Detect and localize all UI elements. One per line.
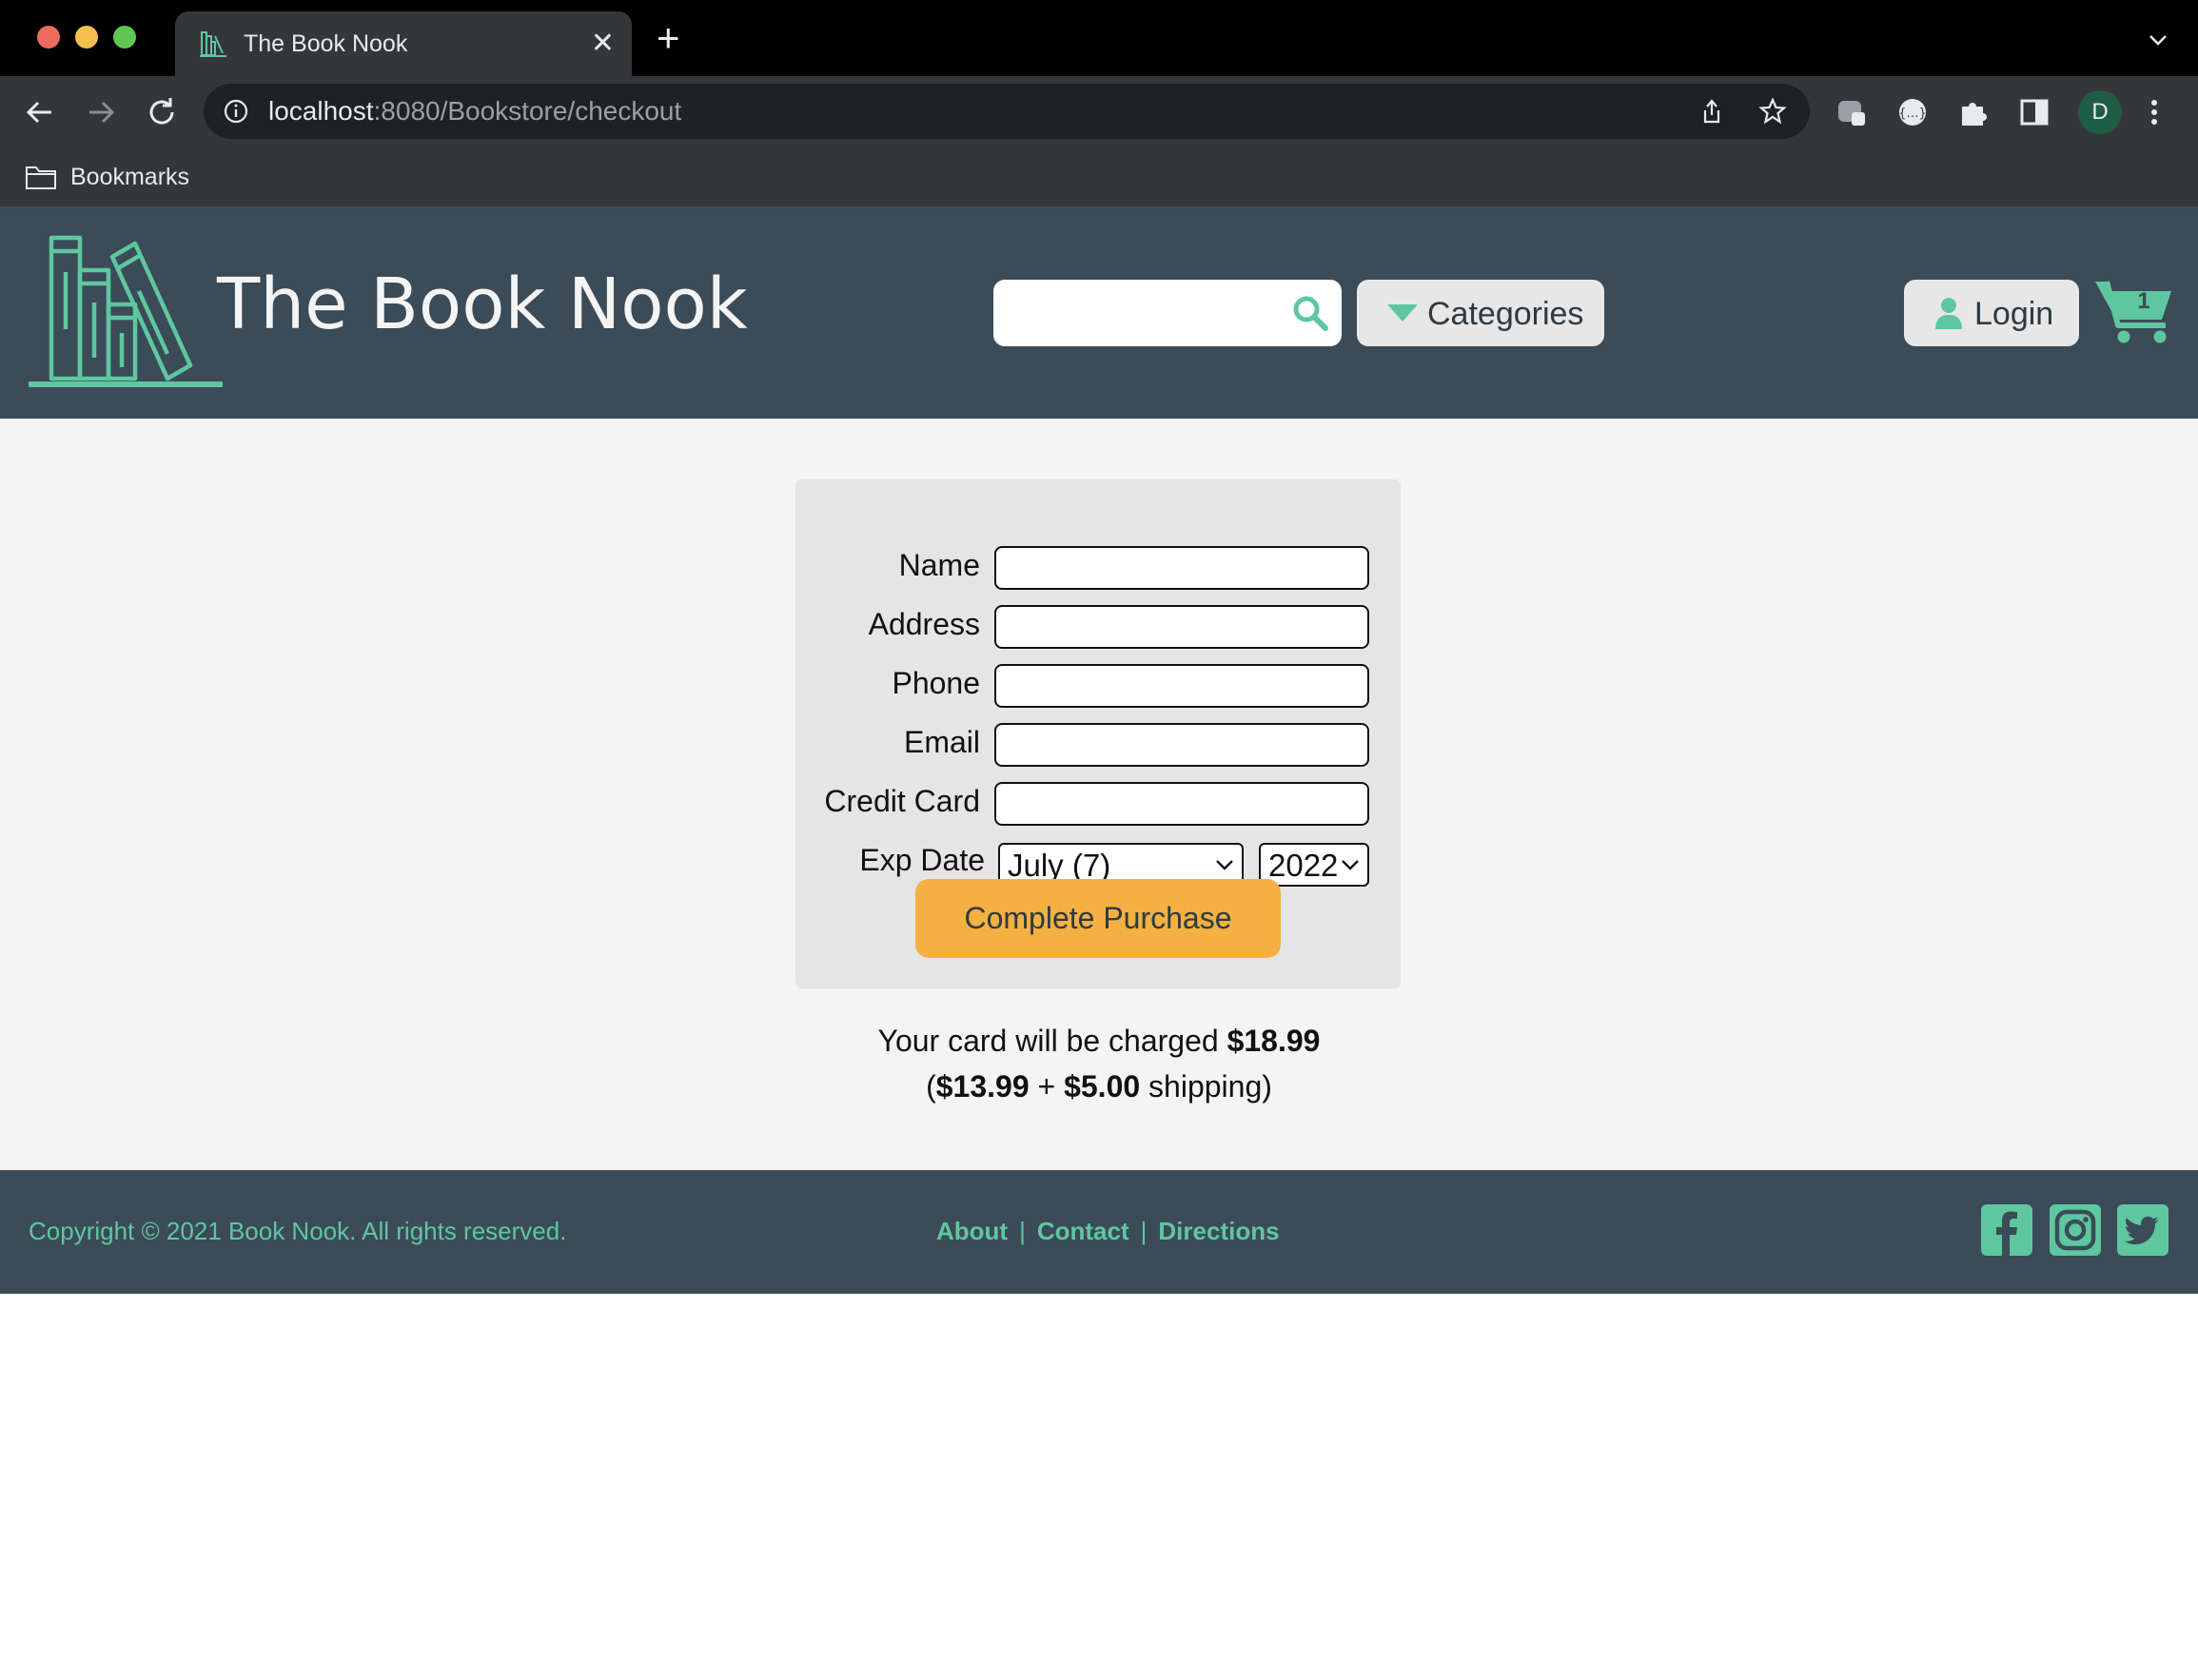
charge-open-paren: ( (926, 1069, 936, 1104)
books-favicon-icon (200, 31, 226, 57)
extension-two-icon[interactable]: {…} (1894, 93, 1932, 131)
browser-window: The Book Nook ✕ + localhost:8080/Booksto… (0, 0, 2198, 1680)
url-text: localhost:8080/Bookstore/checkout (268, 96, 681, 127)
login-label: Login (1974, 296, 2054, 332)
caret-down-icon (1387, 304, 1418, 322)
search-icon[interactable] (1292, 295, 1328, 331)
phone-label: Phone (892, 666, 980, 700)
email-label: Email (903, 725, 980, 759)
charge-subtotal: $13.99 (935, 1069, 1030, 1104)
chevron-down-icon (1216, 860, 1233, 870)
reload-icon[interactable] (143, 93, 181, 131)
footer-separator: | (1140, 1217, 1148, 1245)
footer-separator: | (1019, 1217, 1026, 1245)
charge-line-total: Your card will be charged $18.99 (0, 1018, 2198, 1064)
phone-field[interactable] (994, 664, 1369, 708)
categories-button[interactable]: Categories (1357, 280, 1604, 346)
url-host: localhost (268, 96, 374, 126)
browser-toolbar: localhost:8080/Bookstore/checkout {…} D (0, 76, 2198, 148)
chevron-down-icon (1342, 860, 1359, 870)
svg-text:{…}: {…} (1898, 107, 1927, 121)
name-field[interactable] (994, 546, 1369, 590)
folder-icon[interactable] (25, 164, 57, 190)
complete-purchase-label: Complete Purchase (964, 901, 1232, 935)
page-blank-area (0, 1294, 2198, 1680)
exp-year-select[interactable]: 2022 (1259, 843, 1369, 887)
brand-title[interactable]: The Book Nook (217, 257, 748, 352)
credit-card-label: Credit Card (824, 784, 980, 818)
categories-label: Categories (1427, 296, 1584, 332)
minimize-window-button[interactable] (75, 26, 98, 49)
search-box (993, 280, 1342, 346)
bookmarks-bar: Bookmarks (0, 148, 2198, 207)
login-button[interactable]: Login (1904, 280, 2079, 346)
bookmark-star-icon[interactable] (1758, 97, 1787, 126)
charge-line-breakdown: ($13.99 + $5.00 shipping) (0, 1064, 2198, 1109)
zoom-window-button[interactable] (113, 26, 136, 49)
new-tab-icon[interactable]: + (657, 18, 680, 58)
close-window-button[interactable] (37, 26, 60, 49)
charge-plus: + (1037, 1069, 1056, 1104)
credit-card-field[interactable] (994, 782, 1369, 826)
charge-shipping-cost: $5.00 (1064, 1069, 1141, 1104)
exp-date-label: Exp Date (859, 843, 985, 877)
site-footer: Copyright © 2021 Book Nook. All rights r… (0, 1170, 2198, 1294)
site-info-icon[interactable] (223, 98, 249, 125)
tab-bar: The Book Nook ✕ + (0, 0, 2198, 76)
charge-summary: Your card will be charged $18.99 ($13.99… (0, 1018, 2198, 1109)
charge-total: $18.99 (1227, 1024, 1321, 1058)
exp-year-value: 2022 (1268, 848, 1339, 883)
user-icon (1935, 298, 1962, 329)
address-field[interactable] (994, 605, 1369, 649)
address-label: Address (868, 607, 980, 641)
browser-menu-icon[interactable] (2135, 93, 2173, 131)
extensions-puzzle-icon[interactable] (1954, 93, 1992, 131)
side-panel-icon[interactable] (2015, 93, 2053, 131)
instagram-icon[interactable] (2050, 1204, 2101, 1256)
tab-title: The Book Nook (244, 30, 408, 57)
browser-tab[interactable]: The Book Nook ✕ (175, 11, 632, 76)
checkout-page: Name Address Phone Email Credit Card Exp… (0, 419, 2198, 1170)
site-header: The Book Nook Categories Login 1 (0, 207, 2198, 419)
twitter-icon[interactable] (2117, 1204, 2169, 1256)
charge-prefix: Your card will be charged (877, 1024, 1219, 1058)
checkout-form: Name Address Phone Email Credit Card Exp… (795, 479, 1401, 988)
email-field[interactable] (994, 723, 1369, 767)
footer-links: About | Contact | Directions (936, 1215, 1280, 1247)
copyright-text: Copyright © 2021 Book Nook. All rights r… (29, 1217, 567, 1245)
url-path: :8080/Bookstore/checkout (373, 96, 682, 126)
tab-close-icon[interactable]: ✕ (591, 29, 615, 59)
tab-search-chevron-icon[interactable] (2147, 29, 2169, 51)
bookshelf-logo-icon[interactable] (27, 234, 223, 390)
back-arrow-icon[interactable] (21, 93, 59, 131)
footer-link-contact[interactable]: Contact (1037, 1217, 1129, 1245)
facebook-icon[interactable] (1981, 1204, 2032, 1256)
profile-avatar[interactable]: D (2078, 90, 2122, 134)
bookmarks-folder-label[interactable]: Bookmarks (70, 162, 189, 192)
charge-shipping-word: shipping) (1148, 1069, 1272, 1104)
extension-one-icon[interactable] (1833, 93, 1871, 131)
address-bar[interactable]: localhost:8080/Bookstore/checkout (204, 84, 1810, 139)
share-icon[interactable] (1698, 97, 1726, 126)
name-label: Name (898, 548, 980, 582)
footer-link-directions[interactable]: Directions (1158, 1217, 1279, 1245)
footer-link-about[interactable]: About (936, 1217, 1008, 1245)
forward-arrow-icon[interactable] (82, 93, 120, 131)
search-input[interactable] (993, 280, 1279, 346)
complete-purchase-button[interactable]: Complete Purchase (915, 879, 1281, 958)
cart-count-badge: 1 (2137, 288, 2150, 314)
